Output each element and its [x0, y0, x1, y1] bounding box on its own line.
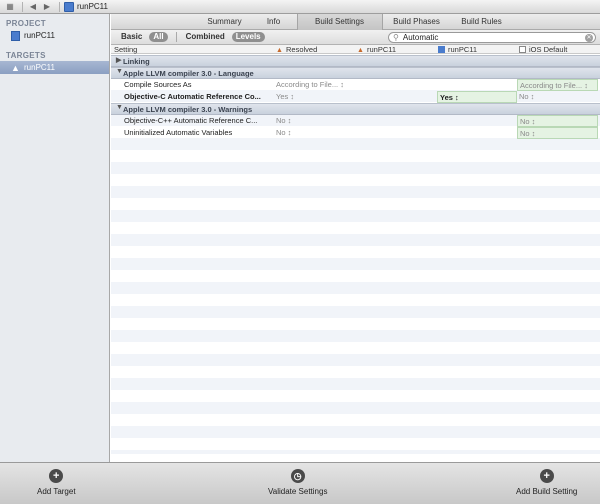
filter-combined[interactable]: Combined — [182, 32, 229, 42]
project-value[interactable]: Yes ↕ — [437, 91, 517, 103]
tab-summary[interactable]: Summary — [199, 14, 251, 30]
settings-search-field[interactable]: ⚲ Automatic ✕ — [388, 32, 596, 43]
section-language[interactable]: ▼ Apple LLVM compiler 3.0 - Language — [111, 67, 600, 79]
tab-build-phases[interactable]: Build Phases — [383, 14, 451, 30]
table-row[interactable]: Compile Sources As According to File... … — [111, 79, 600, 91]
target-icon: ▲ — [357, 47, 364, 54]
back-arrow-icon[interactable]: ◀ — [27, 1, 39, 13]
filter-bar: Basic All Combined Levels ⚲ Automatic ✕ — [111, 30, 600, 45]
clock-icon: ◷ — [290, 469, 305, 483]
project-icon — [64, 1, 74, 12]
add-target-label: Add Target — [37, 487, 76, 496]
app-target-icon: ▲ — [11, 62, 20, 73]
default-value[interactable]: No ↕ — [517, 115, 598, 127]
setting-name: Compile Sources As — [124, 80, 192, 89]
setting-name: Objective-C Automatic Reference Co... — [124, 92, 261, 101]
project-icon — [11, 30, 20, 41]
disclosure-collapsed-icon[interactable]: ▶ — [116, 56, 121, 64]
add-icon: + — [539, 469, 554, 483]
project-icon — [438, 46, 445, 53]
sidebar-item-project[interactable]: runPC11 — [0, 29, 109, 42]
col-ios-default[interactable]: iOS Default — [519, 45, 567, 54]
setting-name: Uninitialized Automatic Variables — [124, 128, 233, 137]
resolved-value: Yes ↕ — [276, 92, 295, 101]
add-target-button[interactable]: + Add Target — [37, 469, 76, 496]
tab-build-rules[interactable]: Build Rules — [451, 14, 513, 30]
disclosure-expanded-icon[interactable]: ▼ — [116, 68, 123, 75]
jump-bar: ▦ ◀ ▶ runPC11 — [0, 0, 600, 14]
separator — [175, 32, 177, 42]
separator — [59, 1, 60, 12]
col-setting[interactable]: Setting — [114, 45, 137, 54]
add-build-setting-label: Add Build Setting — [516, 487, 578, 496]
editor-tabbar: Summary Info Build Settings Build Phases… — [111, 13, 600, 30]
targets-header: TARGETS — [6, 51, 46, 60]
search-input[interactable]: Automatic — [403, 33, 585, 42]
add-icon: + — [49, 469, 64, 483]
setting-name: Objective-C++ Automatic Reference C... — [124, 116, 258, 125]
filter-levels[interactable]: Levels — [231, 32, 265, 42]
project-target-sidebar: PROJECT runPC11 TARGETS ▲ runPC11 — [0, 14, 110, 462]
default-value[interactable]: According to File... ↕ — [517, 79, 598, 91]
tab-build-settings[interactable]: Build Settings — [296, 13, 383, 30]
col-target[interactable]: ▲ runPC11 — [357, 45, 396, 54]
validate-settings-button[interactable]: ◷ Validate Settings — [268, 469, 327, 496]
table-row[interactable]: Objective-C++ Automatic Reference C... N… — [111, 115, 600, 127]
build-settings-editor: Summary Info Build Settings Build Phases… — [111, 13, 600, 462]
default-value[interactable]: No ↕ — [517, 127, 598, 139]
col-resolved[interactable]: ▲ Resolved — [276, 45, 317, 54]
sidebar-item-target[interactable]: ▲ runPC11 — [0, 61, 109, 74]
add-build-setting-button[interactable]: + Add Build Setting — [516, 469, 577, 496]
sidebar-item-label: runPC11 — [24, 31, 55, 40]
col-target-label: runPC11 — [367, 45, 397, 54]
sidebar-item-label: runPC11 — [24, 63, 55, 72]
search-icon: ⚲ — [393, 33, 399, 42]
section-warnings[interactable]: ▼ Apple LLVM compiler 3.0 - Warnings — [111, 103, 600, 115]
col-ios-default-label: iOS Default — [529, 45, 568, 54]
clear-search-icon[interactable]: ✕ — [585, 33, 593, 42]
section-linking[interactable]: ▶ Linking — [111, 55, 600, 67]
ios-default-icon — [519, 46, 526, 53]
disclosure-expanded-icon[interactable]: ▼ — [116, 104, 123, 111]
bottom-toolbar: + Add Target ◷ Validate Settings + Add B… — [0, 462, 600, 504]
separator — [22, 1, 23, 12]
jumpbar-title[interactable]: runPC11 — [77, 2, 108, 11]
filter-basic[interactable]: Basic — [117, 32, 146, 42]
related-items-icon[interactable]: ▦ — [4, 1, 16, 13]
project-header: PROJECT — [6, 19, 46, 28]
settings-table: ▶ Linking ▼ Apple LLVM compiler 3.0 - La… — [111, 54, 600, 454]
resolved-value: No ↕ — [276, 116, 292, 125]
resolved-value: According to File... ↕ — [276, 80, 344, 89]
filter-all[interactable]: All — [149, 32, 168, 42]
column-header: Setting ▲ Resolved ▲ runPC11 runPC11 iOS… — [111, 45, 600, 54]
target-icon: ▲ — [276, 47, 283, 54]
table-row[interactable]: Uninitialized Automatic Variables No ↕ N… — [111, 127, 600, 139]
col-resolved-label: Resolved — [286, 45, 318, 54]
resolved-value: No ↕ — [276, 128, 292, 137]
default-value: No ↕ — [519, 92, 535, 101]
forward-arrow-icon[interactable]: ▶ — [41, 1, 53, 13]
tab-info[interactable]: Info — [251, 14, 297, 30]
table-row[interactable]: Objective-C Automatic Reference Co... Ye… — [111, 91, 600, 103]
col-project[interactable]: runPC11 — [438, 45, 477, 54]
col-project-label: runPC11 — [448, 45, 478, 54]
validate-settings-label: Validate Settings — [268, 487, 328, 496]
